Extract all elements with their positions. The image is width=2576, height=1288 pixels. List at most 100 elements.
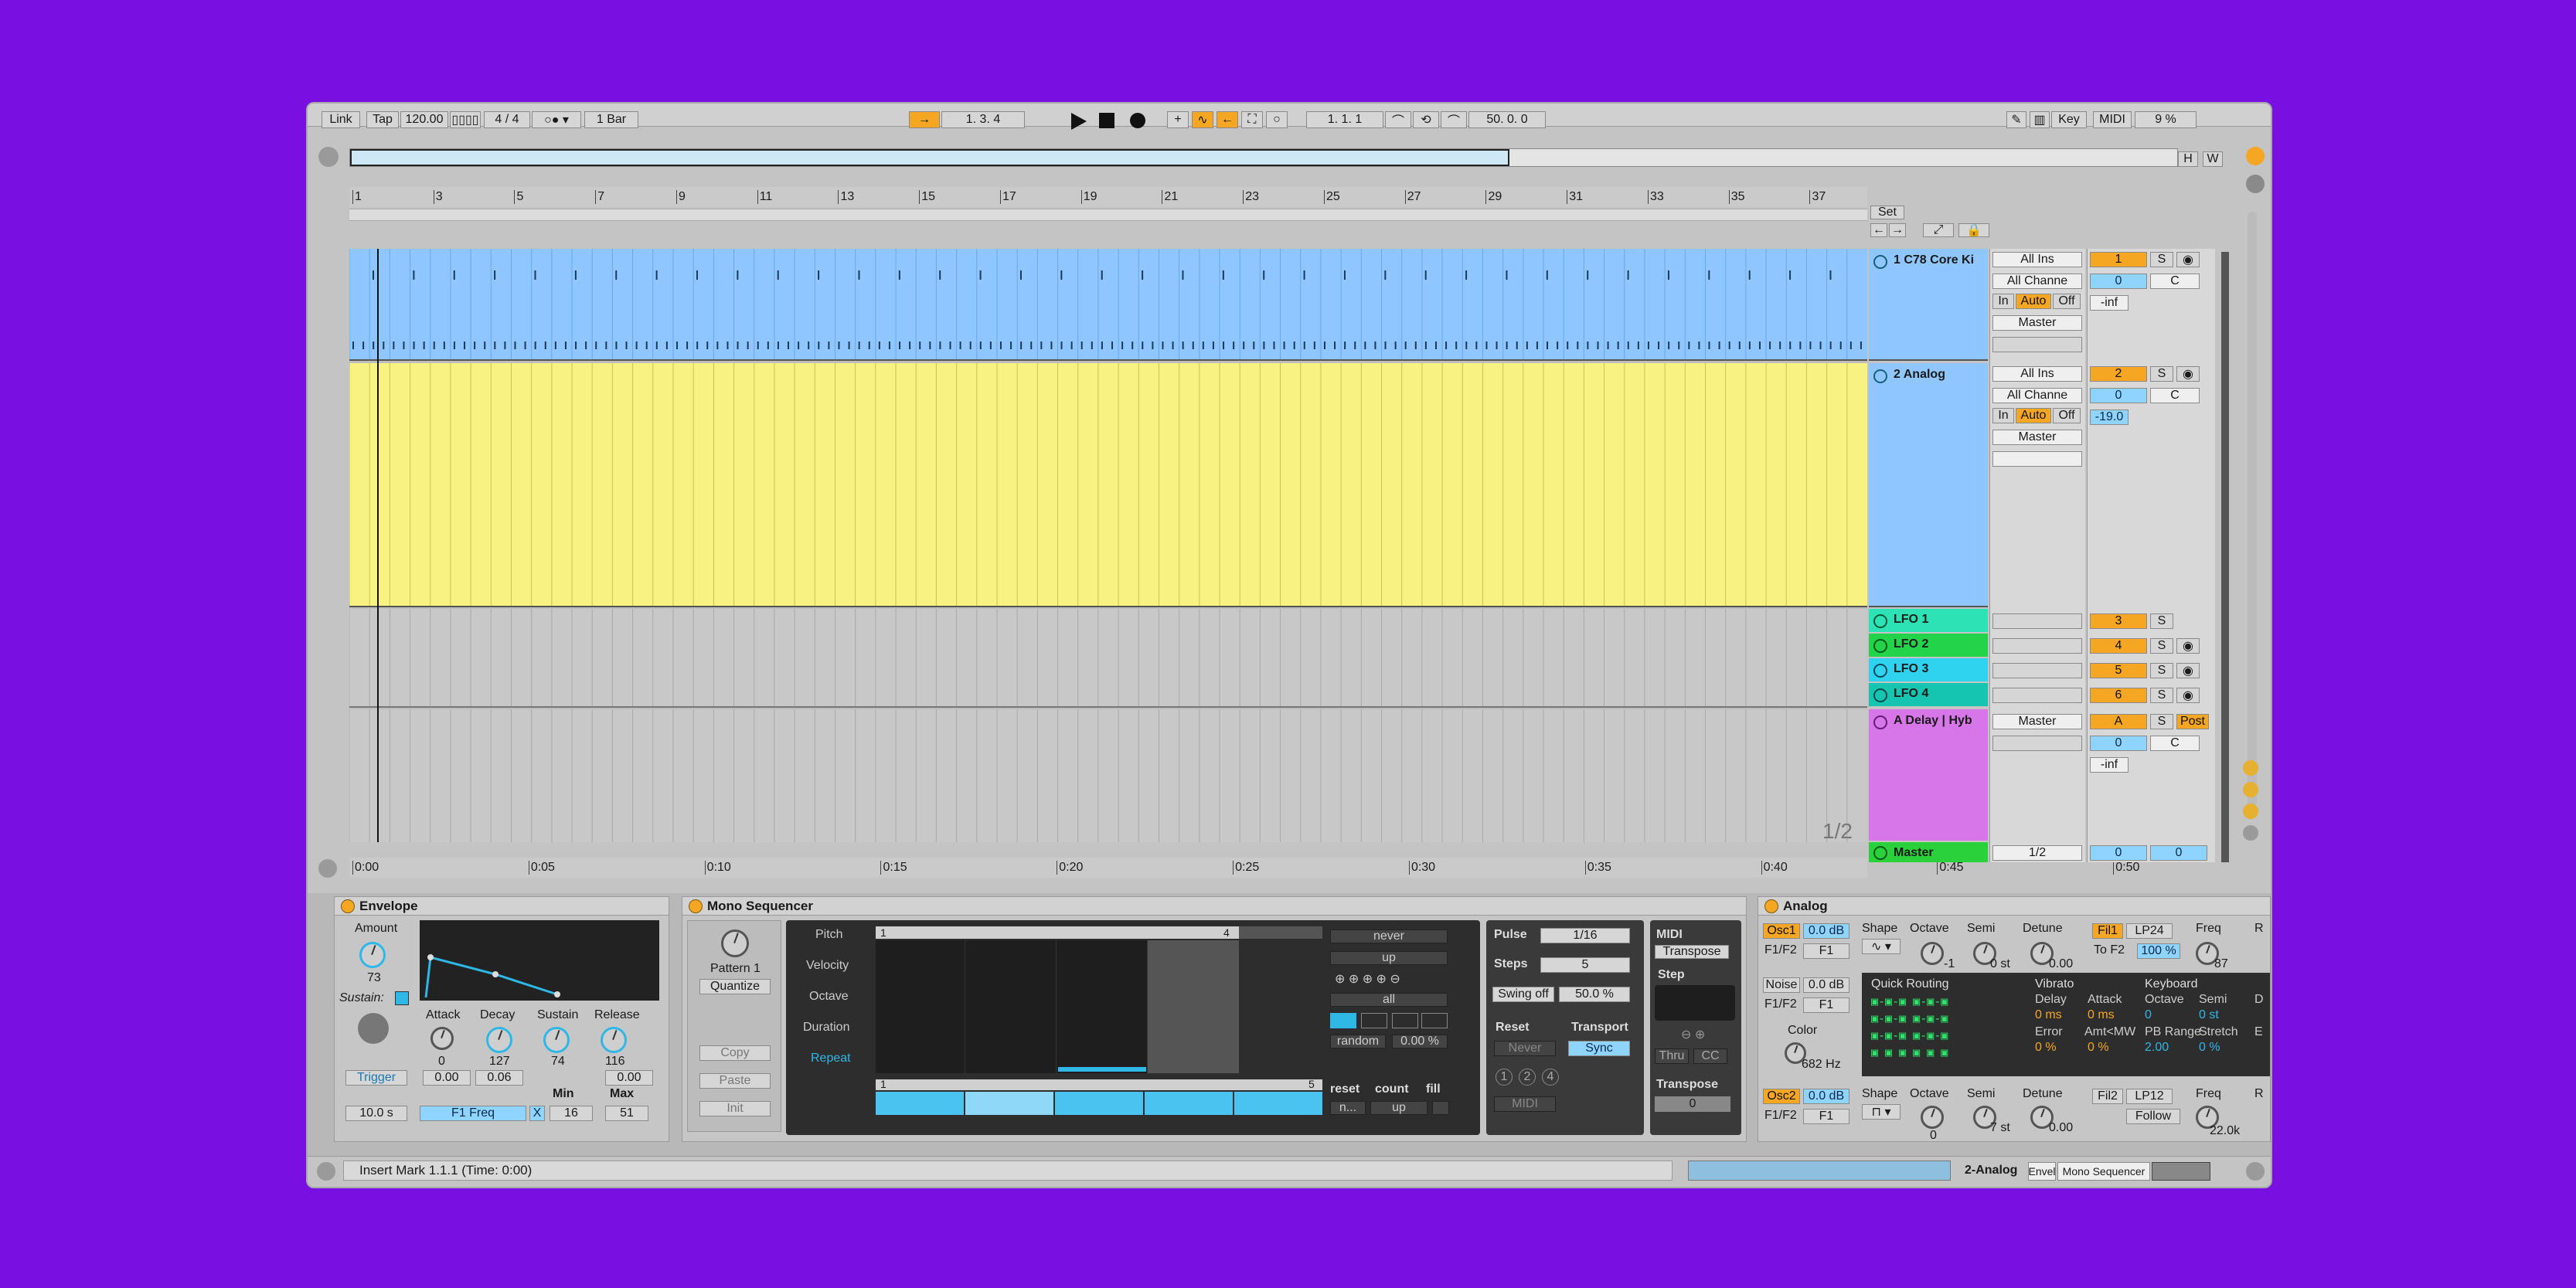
tab-duration[interactable]: Duration bbox=[803, 1021, 849, 1035]
solo-delay[interactable]: S bbox=[2150, 714, 2173, 729]
nudge-icon[interactable]: ▯▯▯▯ bbox=[450, 111, 481, 128]
set-button[interactable]: Set bbox=[1870, 206, 1904, 219]
loop-start-field[interactable]: 1. 1. 1 bbox=[1306, 111, 1383, 128]
track-activator-2[interactable]: 2 bbox=[2090, 366, 2147, 382]
back-to-arrangement-icon[interactable]: ← bbox=[1217, 111, 1238, 128]
arm-icon-lfo3[interactable]: ◉ bbox=[2176, 663, 2200, 678]
count-menu[interactable]: up bbox=[1370, 1101, 1428, 1115]
swing-field[interactable]: 50.0 % bbox=[1559, 987, 1630, 1002]
fill-menu[interactable] bbox=[1432, 1101, 1449, 1115]
target-menu[interactable]: F1 Freq bbox=[420, 1106, 526, 1121]
track-header-delay[interactable] bbox=[1869, 709, 1988, 841]
input-type-1[interactable]: All Ins bbox=[1992, 252, 2082, 267]
volume-1[interactable]: 0 bbox=[2090, 274, 2147, 289]
quantize-button[interactable]: Quantize bbox=[699, 979, 771, 994]
mode-menu-2[interactable]: up bbox=[1330, 951, 1448, 965]
cue-o-icon[interactable] bbox=[2243, 760, 2258, 776]
fold-icon-master[interactable] bbox=[1873, 846, 1887, 860]
midi-reset-button[interactable]: MIDI bbox=[1494, 1096, 1556, 1112]
follow-button[interactable]: Follow bbox=[2126, 1109, 2180, 1124]
overview-mini[interactable] bbox=[1688, 1161, 1951, 1181]
time-signature-field[interactable]: 4 / 4 bbox=[484, 111, 530, 128]
solo-lfo4[interactable]: S bbox=[2150, 688, 2173, 703]
noise-level[interactable]: 0.0 dB bbox=[1803, 977, 1849, 993]
device-chain-mono-sequencer[interactable]: Mono Sequencer bbox=[2057, 1162, 2150, 1181]
osc1-level[interactable]: 0.0 dB bbox=[1803, 923, 1849, 939]
lfo2-io[interactable] bbox=[1992, 638, 2082, 654]
cc-button[interactable]: CC bbox=[1693, 1048, 1727, 1064]
osc1-toggle[interactable]: Osc1 bbox=[1763, 923, 1800, 939]
osc2-level[interactable]: 0.0 dB bbox=[1803, 1089, 1849, 1104]
envelope-display[interactable] bbox=[420, 920, 659, 1001]
mono-sequencer-power-icon[interactable] bbox=[689, 899, 703, 913]
amount-knob[interactable] bbox=[359, 942, 386, 968]
attack-knob[interactable] bbox=[430, 1027, 454, 1050]
lfo1-io[interactable] bbox=[1992, 613, 2082, 629]
overdub-icon[interactable]: + bbox=[1167, 111, 1189, 128]
quantize-menu[interactable]: 1 Bar bbox=[584, 111, 638, 128]
sustain-knob[interactable] bbox=[543, 1027, 570, 1053]
fold-icon-delay[interactable] bbox=[1873, 715, 1887, 729]
osc1-octave-knob[interactable] bbox=[1921, 942, 1944, 965]
step-nav-icon[interactable]: ⊖ ⊕ bbox=[1681, 1027, 1705, 1042]
capture-icon[interactable]: ⛶ bbox=[1241, 111, 1263, 128]
loop-icon[interactable]: ⟲ bbox=[1413, 111, 1439, 128]
expand-icon[interactable]: ⤢ bbox=[1923, 223, 1954, 237]
pan-delay[interactable]: C bbox=[2150, 736, 2200, 751]
swing-toggle[interactable]: Swing off bbox=[1492, 987, 1554, 1002]
output-sub-1[interactable] bbox=[1992, 337, 2082, 352]
copy-button[interactable]: Copy bbox=[699, 1045, 771, 1061]
reset-4-button[interactable]: 4 bbox=[1542, 1069, 1559, 1086]
solo-lfo1[interactable]: S bbox=[2150, 613, 2173, 629]
automation-arm-icon[interactable]: ∿ bbox=[1192, 111, 1213, 128]
overview-toggle-icon[interactable] bbox=[318, 147, 339, 167]
paste-button[interactable]: Paste bbox=[699, 1073, 771, 1089]
output-1[interactable]: Master bbox=[1992, 315, 2082, 331]
min-field[interactable]: 16 bbox=[550, 1106, 593, 1121]
shape-buttons[interactable] bbox=[1330, 1013, 1448, 1028]
punch-out-icon[interactable]: ⌒ bbox=[1441, 111, 1467, 128]
osc2-filter-route[interactable]: F1 bbox=[1803, 1109, 1849, 1124]
monitor-in-2[interactable]: In bbox=[1992, 408, 2014, 423]
track-activator-lfo4[interactable]: 6 bbox=[2090, 688, 2147, 703]
fold-icon-lfo3[interactable] bbox=[1873, 664, 1887, 678]
fil2-toggle[interactable]: Fil2 bbox=[2092, 1089, 2123, 1104]
loop-bar[interactable]: 1 4 bbox=[876, 926, 1322, 939]
fil2-type-menu[interactable]: LP12 bbox=[2126, 1089, 2173, 1104]
track-header-2[interactable] bbox=[1869, 363, 1988, 607]
trigger-menu[interactable]: Trigger bbox=[345, 1070, 407, 1086]
arrangement-area[interactable]: 1/2 bbox=[349, 249, 1867, 843]
punch-in-icon[interactable]: ⌒ bbox=[1385, 111, 1411, 128]
device-chain-analog[interactable] bbox=[2152, 1162, 2210, 1181]
volume-2[interactable]: 0 bbox=[2090, 388, 2147, 403]
attack-time[interactable]: 0.00 bbox=[423, 1070, 471, 1086]
play-icon[interactable] bbox=[1071, 113, 1087, 130]
zoom-icon[interactable] bbox=[318, 859, 337, 878]
track-activator-delay[interactable]: A bbox=[2090, 714, 2147, 729]
quick-routing-grid[interactable]: ▣-▣-▣ ▣-▣-▣ ▣-▣-▣ ▣-▣-▣ ▣-▣-▣ ▣-▣-▣ ▣ ▣ ▣ ▣… bbox=[1871, 993, 2026, 1062]
loop-brace[interactable] bbox=[349, 209, 1867, 221]
never-button[interactable]: Never bbox=[1494, 1041, 1556, 1056]
output-2[interactable]: Master bbox=[1992, 430, 2082, 445]
clip-track-1[interactable] bbox=[349, 249, 1867, 361]
input-type-2[interactable]: All Ins bbox=[1992, 366, 2082, 382]
device-chain-envelope[interactable]: Envel bbox=[2028, 1162, 2056, 1181]
solo-lfo2[interactable]: S bbox=[2150, 638, 2173, 654]
decay-knob[interactable] bbox=[486, 1027, 512, 1053]
lfo3-io[interactable] bbox=[1992, 663, 2082, 678]
beat-ruler[interactable]: 1 3 5 7 9 11 13 15 17 19 21 23 25 27 29 31 33 35 37 bbox=[349, 187, 1867, 207]
tempo-field[interactable]: 120.00 bbox=[400, 111, 448, 128]
reset-2-button[interactable]: 2 bbox=[1519, 1069, 1536, 1086]
arrangement-overview[interactable] bbox=[349, 148, 2178, 167]
pattern-knob[interactable] bbox=[721, 929, 749, 957]
analog-power-icon[interactable] bbox=[1764, 899, 1778, 913]
solo-lfo3[interactable]: S bbox=[2150, 663, 2173, 678]
post-button-delay[interactable]: Post bbox=[2176, 714, 2209, 729]
arm-icon-1[interactable]: ◉ bbox=[2176, 252, 2200, 267]
fold-icon-lfo2[interactable] bbox=[1873, 639, 1887, 653]
clip-track-2[interactable] bbox=[349, 363, 1867, 607]
output-delay[interactable]: Master bbox=[1992, 714, 2082, 729]
sustain-toggle[interactable] bbox=[395, 991, 409, 1005]
input-channel-1[interactable]: All Channe bbox=[1992, 274, 2082, 289]
pulse-menu[interactable]: 1/16 bbox=[1540, 928, 1630, 943]
